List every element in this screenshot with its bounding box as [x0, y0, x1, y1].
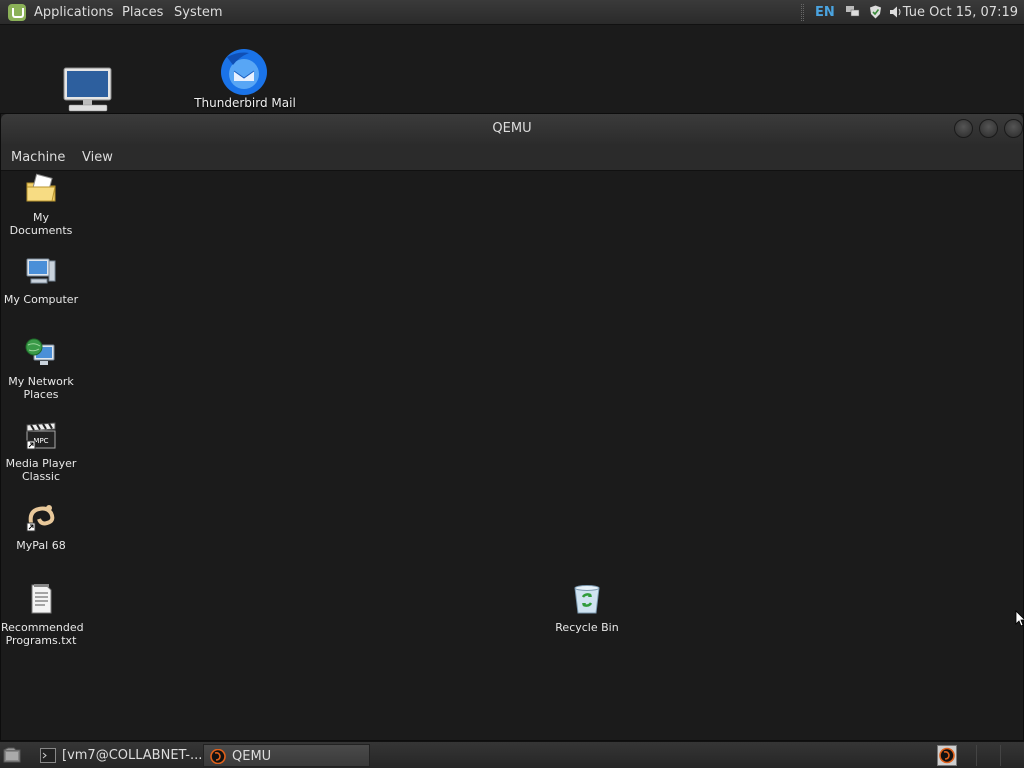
- recommended-programs-file[interactable]: Recommended Programs.txt: [1, 583, 84, 647]
- my-computer-shortcut[interactable]: My Computer: [1, 255, 81, 306]
- panel-separator: [801, 4, 804, 21]
- panel-separator: [976, 745, 977, 766]
- guest-desktop[interactable]: My Documents My Computer My Network Plac…: [1, 171, 1024, 740]
- folder-documents-icon: [26, 173, 56, 202]
- icon-label: My Computer: [3, 293, 79, 306]
- panel-separator: [1000, 745, 1001, 766]
- qemu-menubar: Machine View: [1, 144, 1023, 171]
- system-menu[interactable]: System: [174, 0, 222, 25]
- icon-label: Recommended Programs.txt: [1, 621, 84, 647]
- window-titlebar[interactable]: QEMU: [1, 114, 1023, 144]
- recycle-bin-shortcut[interactable]: Recycle Bin: [547, 583, 627, 634]
- qemu-icon: [210, 749, 226, 764]
- places-menu[interactable]: Places: [122, 0, 163, 25]
- recycle-bin-icon: [574, 585, 600, 614]
- mouse-cursor-icon: [1015, 610, 1024, 627]
- view-menu[interactable]: View: [82, 144, 113, 171]
- icon-label: My Documents: [9, 211, 73, 237]
- window-title: QEMU: [492, 121, 532, 136]
- icon-label: Media Player Classic: [5, 457, 77, 483]
- bottom-panel: [vm7@COLLABNET-... QEMU: [0, 741, 1024, 768]
- shield-icon[interactable]: [868, 5, 883, 19]
- icon-label: Recycle Bin: [555, 621, 619, 634]
- network-icon[interactable]: [845, 5, 860, 19]
- text-file-icon: [31, 584, 52, 614]
- taskbar-item-terminal[interactable]: [vm7@COLLABNET-...: [34, 744, 202, 767]
- thunderbird-icon[interactable]: [219, 47, 269, 97]
- network-places-icon: [25, 338, 55, 365]
- clock[interactable]: Tue Oct 15, 07:19: [903, 0, 1018, 25]
- thunderbird-label[interactable]: Thunderbird Mail: [185, 96, 305, 110]
- icon-label: My Network Places: [8, 375, 74, 401]
- taskbar-item-qemu[interactable]: QEMU: [203, 744, 370, 767]
- qemu-tray-icon[interactable]: [937, 745, 957, 766]
- icon-label: MyPal 68: [16, 539, 66, 552]
- show-desktop-icon[interactable]: [3, 747, 21, 763]
- my-network-places-shortcut[interactable]: My Network Places: [1, 337, 81, 401]
- taskbar-item-label: QEMU: [232, 749, 272, 764]
- maximize-button[interactable]: [979, 119, 998, 138]
- mypal-shortcut[interactable]: MyPal 68: [1, 501, 81, 552]
- close-button[interactable]: [1004, 119, 1023, 138]
- svg-text:MPC: MPC: [33, 437, 48, 445]
- terminal-icon: [40, 748, 56, 763]
- keyboard-layout-indicator[interactable]: EN: [815, 0, 835, 25]
- my-documents-shortcut[interactable]: My Documents: [1, 173, 81, 237]
- applications-menu[interactable]: Applications: [34, 0, 113, 25]
- minimize-button[interactable]: [954, 119, 973, 138]
- mint-menu-icon[interactable]: [8, 4, 26, 21]
- qemu-window: QEMU Machine View My Documents My Comput…: [0, 113, 1024, 741]
- mypal-icon: [26, 505, 55, 532]
- media-player-classic-shortcut[interactable]: MPC Media Player Classic: [1, 419, 81, 483]
- top-panel: Applications Places System EN Tue Oct 15…: [0, 0, 1024, 25]
- computer-icon[interactable]: [63, 67, 113, 113]
- media-player-icon: MPC: [26, 422, 56, 450]
- taskbar-item-label: [vm7@COLLABNET-...: [62, 748, 202, 763]
- volume-icon[interactable]: [889, 5, 904, 19]
- machine-menu[interactable]: Machine: [11, 144, 65, 171]
- computer-icon: [26, 258, 56, 284]
